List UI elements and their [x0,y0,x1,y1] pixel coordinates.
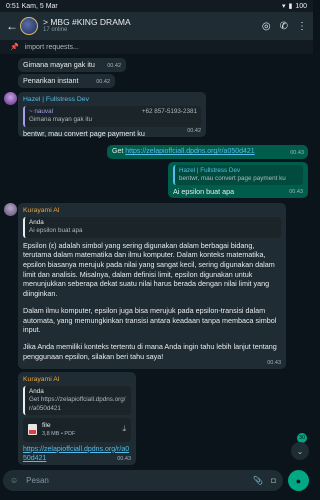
message-bubble[interactable]: Gimana mayan gak itu 00.42 [18,58,126,72]
pin-icon: 📌 [10,44,19,51]
message-time: 00.43 [267,359,281,366]
chat-header: ← > MBG #KING DRAMA 17 online ◎ ✆ ⋮ [0,12,313,40]
file-name: file [42,421,51,429]
quote-text: Get https://zelapioffciall.dpdns.org/r/a… [29,396,126,412]
quote-name: Hazel | Fullstress Dev [179,167,241,174]
battery-icon: ▮ [288,3,293,10]
pinned-message[interactable]: 📌 import requests... [0,40,313,54]
message-bubble[interactable]: Hazel | Fullstress Dev ~ nauval +62 857-… [18,92,206,138]
sender-avatar[interactable] [4,203,17,216]
mic-button[interactable]: ● [288,470,309,491]
message-text: Penarikan instant [23,76,79,85]
pinned-text: import requests... [24,43,79,51]
message-bubble[interactable]: Kurayami AI Anda Ai epsilon buat apa Eps… [18,203,286,369]
message-input[interactable]: Pesan [26,476,245,485]
message-paragraph: Dalam ilmu komputer, epsilon juga bisa m… [23,305,277,335]
wifi-icon: ▾ [281,3,286,10]
quote-name: Anda [29,219,44,227]
back-arrow-icon[interactable]: ← [6,19,18,33]
quoted-message[interactable]: Anda Get https://zelapioffciall.dpdns.or… [23,386,131,415]
meta-ai-icon[interactable]: ◎ [262,21,271,32]
status-time: 0:51 [6,2,20,10]
sender-avatar[interactable] [4,92,17,105]
status-date: Kam, 5 Mar [21,2,58,10]
quote-name: ~ nauval [29,108,53,116]
quoted-message[interactable]: Hazel | Fullstress Dev bentwr, mau conve… [173,165,303,186]
message-time: 00.43 [290,149,304,156]
battery-level: 100 [295,2,307,10]
file-meta: 3,8 MB • PDF [42,430,76,437]
file-attachment[interactable]: file 3,8 MB • PDF ⤓ [23,417,131,442]
chat-subtitle: 17 online [43,27,68,34]
sender-name[interactable]: Hazel | Fullstress Dev [23,95,201,104]
attach-icon[interactable]: 📎 [253,476,263,485]
message-paragraph: Jika Anda memiliki konteks tertentu di m… [23,341,277,361]
add-call-icon[interactable]: ✆ [280,21,288,32]
quote-text: Gimana mayan gak itu [29,116,92,124]
download-icon[interactable]: ⤓ [122,424,126,435]
message-time: 00.42 [107,62,121,69]
message-input-bar: ☺ Pesan 📎 ◘ [3,470,283,491]
chat-title-box[interactable]: > MBG #KING DRAMA 17 online [43,17,262,34]
sender-name[interactable]: Kurayami AI [23,375,131,384]
group-avatar[interactable] [20,17,38,35]
chat-title: > MBG #KING DRAMA [43,17,131,28]
message-text: bentwr, mau convert page payment ku [23,128,145,138]
pdf-icon [28,424,37,436]
message-time: 00.43 [289,188,303,195]
message-text: Ai epsilon buat apa [173,187,235,197]
status-bar: 0:51 Kam, 5 Mar ▾ ▮ 100 [0,0,313,12]
quote-text: bentwr, mau convert page payment ku [179,175,286,183]
message-link[interactable]: https://zelapioffciall.dpdns.org/r/a050d… [125,148,254,155]
more-options-icon[interactable]: ⋮ [297,21,307,32]
message-bubble[interactable]: Hazel | Fullstress Dev bentwr, mau conve… [168,162,308,198]
quoted-message[interactable]: Anda Ai epsilon buat apa [23,217,281,238]
quote-phone: +62 857-5193-2381 [141,108,197,116]
mic-icon: ● [295,475,302,486]
message-bubble[interactable]: Kurayami AI Anda Get https://zelapioffci… [18,372,136,465]
message-time: 00.43 [117,455,131,462]
message-time: 00.42 [187,127,201,134]
scroll-down-icon[interactable]: ⌄ [291,442,309,460]
message-paragraph: Epsilon (ε) adalah simbol yang sering di… [23,240,275,299]
message-text: Gimana mayan gak itu [23,60,95,69]
camera-icon[interactable]: ◘ [271,476,276,485]
quote-name: Anda [29,388,44,396]
message-bubble[interactable]: Penarikan instant 00.42 [18,74,115,88]
quoted-message[interactable]: ~ nauval +62 857-5193-2381 Gimana mayan … [23,106,201,127]
message-bubble[interactable]: Get https://zelapioffciall.dpdns.org/r/a… [107,145,308,159]
message-prefix: Get [112,148,126,155]
message-link[interactable]: https://zelapioffciall.dpdns.org/r/a050d… [23,445,131,464]
message-time: 00.42 [96,78,110,85]
emoji-icon[interactable]: ☺ [10,476,18,485]
quote-text: Ai epsilon buat apa [29,227,83,235]
sender-name[interactable]: Kurayami AI [23,206,281,215]
